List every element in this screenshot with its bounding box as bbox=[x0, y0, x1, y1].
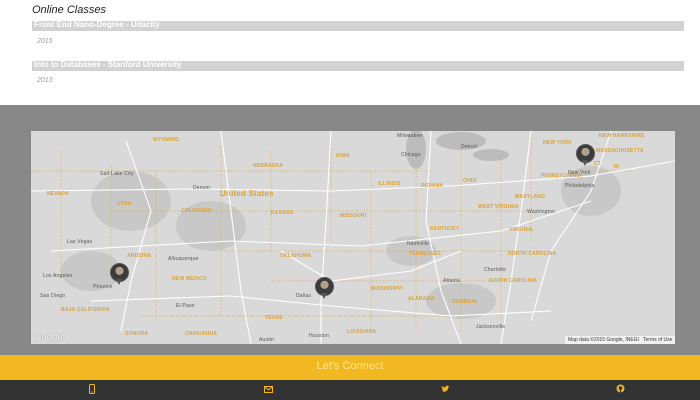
map-label-west-virginia: WEST VIRGINIA bbox=[478, 204, 519, 210]
map-marker-phoenix[interactable] bbox=[110, 263, 129, 285]
map-label-atlanta: Atlanta bbox=[443, 278, 460, 284]
map-label-milwaukee: Milwaukee bbox=[397, 133, 423, 139]
map-label-salt-lake-city: Salt Lake City bbox=[100, 171, 134, 177]
map-label-nashville: Nashville bbox=[407, 241, 430, 247]
map-label-ohio: OHIO bbox=[463, 178, 477, 184]
connect-section: Let's Connect bbox=[0, 355, 700, 380]
class-name: Into to Databases - Stanford University bbox=[34, 60, 182, 69]
map-label-wyoming: WYOMING bbox=[153, 137, 180, 143]
map-label-philadelphia: Philadelphia bbox=[565, 183, 595, 189]
map-label-maryland: MARYLAND bbox=[515, 194, 546, 200]
map-label-denver: Denver bbox=[193, 185, 211, 191]
map-label-washington: Washington bbox=[527, 209, 556, 215]
map-label-chicago: Chicago bbox=[401, 152, 421, 158]
map-label-las-vegas: Las Vegas bbox=[67, 239, 93, 245]
map-label-tennessee: TENNESSEE bbox=[409, 251, 442, 257]
map-label-jacksonville: Jacksonville bbox=[476, 324, 506, 330]
map-label-baja-california: BAJA CALIFORNIA bbox=[61, 307, 110, 313]
map-label-kentucky: KENTUCKY bbox=[430, 226, 460, 232]
map-label-sonora: SONORA bbox=[125, 331, 149, 337]
class-item: Front End Nano-Degree - Udacity bbox=[32, 20, 684, 31]
map-label-north-carolina: NORTH CAROLINA bbox=[508, 251, 557, 257]
map-marker-new-york[interactable] bbox=[576, 144, 595, 166]
class-year: 2013 bbox=[37, 77, 53, 84]
map-label-arizona: ARIZONA bbox=[127, 253, 152, 259]
twitter-icon[interactable] bbox=[440, 384, 450, 396]
map-label-mississippi: MISSISSIPPI bbox=[371, 286, 403, 292]
map-label-georgia: GEORGIA bbox=[452, 299, 478, 305]
github-icon[interactable] bbox=[615, 384, 625, 396]
footer bbox=[0, 380, 700, 400]
terms-of-use-link[interactable]: Terms of Use bbox=[640, 336, 675, 344]
map-label-detroit: Detroit bbox=[461, 144, 478, 150]
map-label-united-states: United States bbox=[220, 189, 274, 198]
map-attribution: Map data ©2015 Google, INEGI bbox=[565, 336, 642, 344]
google-map[interactable]: WYOMING NEBRASKA IOWA Milwaukee Detroit … bbox=[31, 131, 675, 344]
mail-icon[interactable] bbox=[263, 384, 273, 396]
map-label-new-york-city: New York bbox=[568, 170, 591, 176]
map-label-louisiana: LOUISIANA bbox=[347, 329, 377, 335]
map-label-nevada: NEVADA bbox=[47, 191, 69, 197]
map-label-illinois: ILLINOIS bbox=[378, 181, 401, 187]
map-label-utah: UTAH bbox=[117, 201, 132, 207]
map-label-indiana: INDIANA bbox=[421, 183, 444, 189]
map-label-san-diego: San Diego bbox=[40, 293, 66, 299]
class-item: Into to Databases - Stanford University bbox=[32, 60, 684, 71]
map-label-los-angeles: Los Angeles bbox=[43, 273, 73, 279]
phone-icon[interactable] bbox=[87, 384, 97, 396]
map-label-ct: CT bbox=[594, 161, 602, 167]
map-section: WYOMING NEBRASKA IOWA Milwaukee Detroit … bbox=[0, 105, 700, 355]
map-label-nebraska: NEBRASKA bbox=[253, 163, 283, 169]
connect-title: Let's Connect bbox=[316, 360, 384, 372]
class-year: 2015 bbox=[37, 38, 53, 45]
map-label-charlotte: Charlotte bbox=[484, 267, 507, 273]
map-label-south-carolina: SOUTH CAROLINA bbox=[489, 278, 538, 284]
map-label-new-mexico: NEW MEXICO bbox=[172, 276, 207, 282]
class-name: Front End Nano-Degree - Udacity bbox=[34, 20, 160, 29]
map-label-ri: RI bbox=[614, 164, 620, 170]
map-label-virginia: VIRGINIA bbox=[509, 227, 533, 233]
map-label-oklahoma: OKLAHOMA bbox=[280, 253, 312, 259]
map-label-dallas: Dallas bbox=[296, 293, 312, 299]
online-classes-section: Online Classes Front End Nano-Degree - U… bbox=[0, 0, 700, 105]
google-logo: Google bbox=[34, 332, 65, 342]
map-label-new-york-state: NEW YORK bbox=[543, 140, 573, 146]
map-label-kansas: KANSAS bbox=[271, 210, 294, 216]
map-label-missouri: MISSOURI bbox=[340, 213, 367, 219]
map-label-austin: Austin bbox=[259, 337, 275, 343]
map-label-iowa: IOWA bbox=[336, 153, 351, 159]
map-label-chihuahua: CHIHUAHUA bbox=[185, 331, 218, 337]
map-marker-dallas[interactable] bbox=[315, 277, 334, 299]
map-label-alabama: ALABAMA bbox=[408, 296, 435, 302]
map-label-houston: Houston bbox=[309, 333, 330, 339]
map-label-colorado: COLORADO bbox=[181, 208, 212, 214]
section-title: Online Classes bbox=[32, 4, 106, 16]
map-label-massachusetts: MASSACHUSETTS bbox=[596, 148, 644, 154]
map-label-texas: TEXAS bbox=[265, 315, 283, 321]
map-label-albuquerque: Albuquerque bbox=[168, 256, 199, 262]
map-label-new-hampshire: NEW HAMPSHIRE bbox=[599, 133, 645, 139]
map-label-el-paso: El Paso bbox=[176, 303, 195, 309]
